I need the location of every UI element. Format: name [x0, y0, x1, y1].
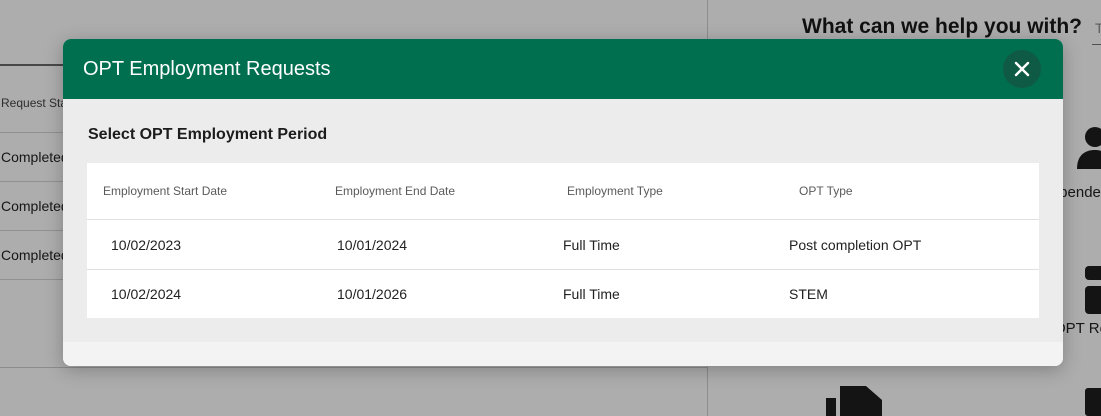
- column-header-end-date[interactable]: Employment End Date: [335, 184, 455, 198]
- section-title: Select OPT Employment Period: [88, 126, 328, 143]
- end-date-cell: 10/01/2026: [337, 286, 408, 302]
- table-row[interactable]: 10/02/2024 10/01/2026 Full Time STEM: [87, 269, 1039, 318]
- start-date-cell: 10/02/2024: [111, 286, 182, 302]
- column-header-employment-type[interactable]: Employment Type: [567, 184, 663, 198]
- column-header-opt-type[interactable]: OPT Type: [799, 184, 853, 198]
- close-icon: [1014, 61, 1030, 77]
- employment-type-cell: Full Time: [563, 237, 620, 253]
- table-row[interactable]: 10/02/2023 10/01/2024 Full Time Post com…: [87, 220, 1039, 270]
- dialog-footer: [63, 342, 1063, 366]
- dialog-header: OPT Employment Requests: [63, 39, 1063, 99]
- opt-employment-requests-dialog: OPT Employment Requests Select OPT Emplo…: [63, 39, 1063, 366]
- employment-type-cell: Full Time: [563, 286, 620, 302]
- opt-type-cell: Post completion OPT: [789, 237, 922, 253]
- start-date-cell: 10/02/2023: [111, 237, 182, 253]
- dialog-title: OPT Employment Requests: [83, 58, 331, 80]
- end-date-cell: 10/01/2024: [337, 237, 408, 253]
- employment-period-table: Employment Start Date Employment End Dat…: [87, 163, 1039, 318]
- column-header-start-date[interactable]: Employment Start Date: [103, 184, 227, 198]
- opt-type-cell: STEM: [789, 286, 828, 302]
- dialog-body: Select OPT Employment Period Employment …: [63, 99, 1063, 342]
- close-button[interactable]: [1003, 50, 1041, 88]
